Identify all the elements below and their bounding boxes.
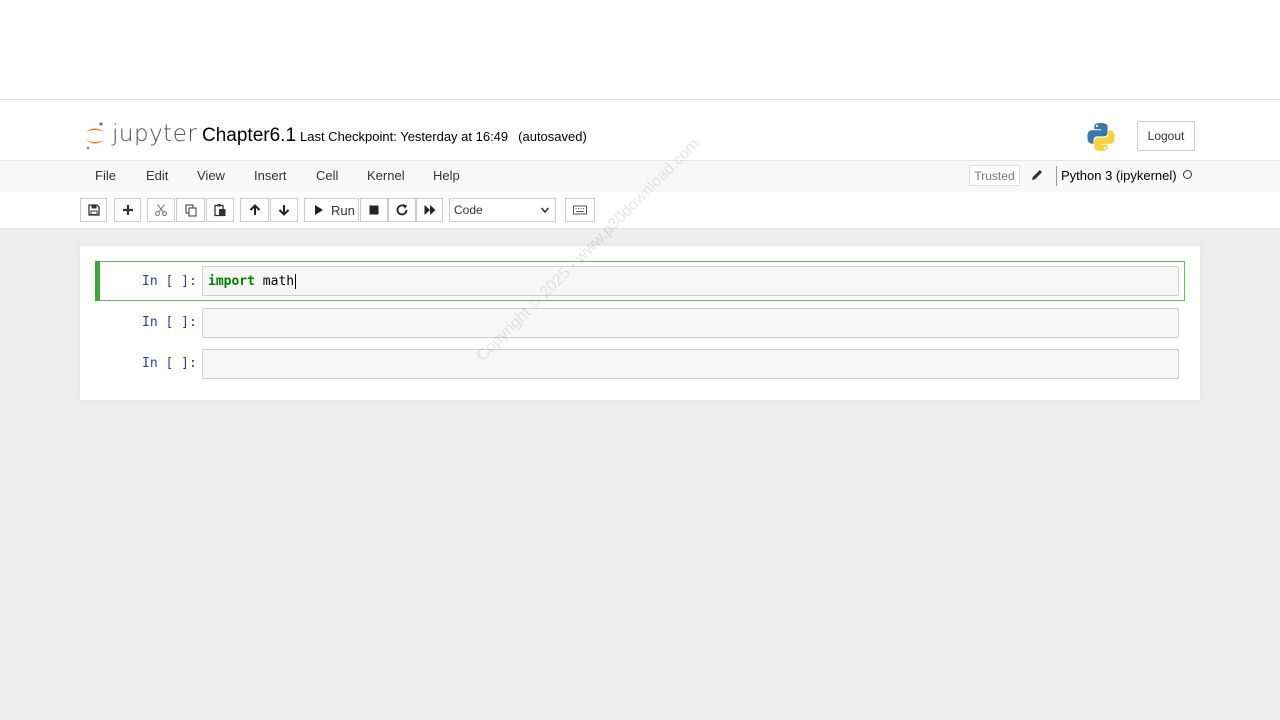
video-top-area (0, 0, 1280, 100)
cell-type-select[interactable]: Code (449, 198, 556, 222)
selected-cell-indicator (95, 261, 100, 301)
menu-view[interactable]: View (197, 168, 225, 183)
arrow-up-icon (249, 204, 260, 215)
menu-cell[interactable]: Cell (316, 168, 338, 183)
menu-kernel[interactable]: Kernel (367, 168, 405, 183)
cell-2-prompt: In [ ]: (142, 315, 197, 330)
chevron-down-icon (540, 207, 550, 214)
pencil-icon[interactable] (1030, 168, 1044, 182)
jupyter-logo-text[interactable]: jupyter (112, 121, 197, 147)
python-logo-icon (1087, 123, 1115, 151)
arrow-down-icon (278, 205, 290, 216)
jupyter-logo-icon[interactable] (84, 121, 106, 151)
restart-kernel-button[interactable] (388, 198, 416, 222)
autosave-status: (autosaved) (518, 129, 587, 144)
stop-icon (369, 205, 379, 215)
kernel-separator (1056, 166, 1057, 186)
cell-3-input[interactable] (202, 349, 1179, 379)
restart-run-all-button[interactable] (416, 198, 443, 222)
menu-file[interactable]: File (95, 168, 116, 183)
notebook-name[interactable]: Chapter6.1 (202, 125, 296, 147)
restart-icon (396, 204, 408, 216)
scissors-icon (154, 204, 168, 217)
cell-3-prompt: In [ ]: (142, 356, 197, 371)
paste-icon (214, 204, 226, 217)
cell-1-input[interactable]: import math (202, 266, 1179, 296)
logout-button[interactable]: Logout (1137, 121, 1195, 151)
menu-edit[interactable]: Edit (146, 168, 168, 183)
menu-help[interactable]: Help (433, 168, 460, 183)
plus-icon (122, 205, 133, 215)
checkpoint-text: Last Checkpoint: Yesterday at 16:49 (300, 129, 509, 144)
interrupt-kernel-button[interactable] (360, 198, 388, 222)
copy-icon (184, 204, 197, 217)
code-keyword: import (208, 273, 255, 289)
run-label: Run (331, 202, 355, 218)
save-button[interactable] (80, 198, 107, 222)
cut-cell-button[interactable] (147, 198, 175, 222)
cell-type-value: Code (454, 203, 483, 217)
kernel-name[interactable]: Python 3 (ipykernel) (1061, 168, 1177, 183)
paste-cell-button[interactable] (206, 198, 234, 222)
fast-forward-icon (424, 205, 435, 215)
keyboard-icon (573, 205, 587, 215)
text-cursor (295, 273, 297, 289)
copy-cell-button[interactable] (176, 198, 205, 222)
move-cell-up-button[interactable] (240, 198, 269, 222)
kernel-idle-indicator-icon (1183, 170, 1192, 179)
cell-2-input[interactable] (202, 308, 1179, 338)
udemy-watermark: ûdemy (1227, 697, 1267, 712)
command-palette-button[interactable] (565, 198, 595, 222)
menu-insert[interactable]: Insert (254, 168, 287, 183)
trusted-badge[interactable]: Trusted (969, 165, 1020, 186)
save-icon (87, 204, 100, 216)
checkpoint-info: Last Checkpoint: Yesterday at 16:49 (auto… (300, 129, 587, 144)
move-cell-down-button[interactable] (270, 198, 298, 222)
insert-cell-button[interactable] (114, 198, 141, 222)
run-button[interactable]: Run (304, 198, 359, 222)
play-icon (315, 205, 323, 215)
code-text: math (254, 273, 295, 289)
cell-1-prompt: In [ ]: (142, 274, 197, 289)
